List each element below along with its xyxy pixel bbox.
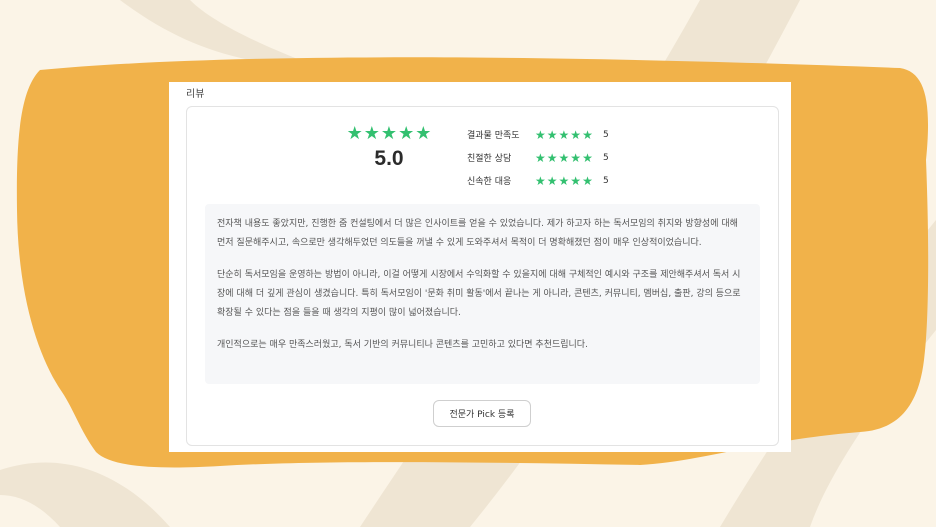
criteria-value: 5 <box>603 152 609 163</box>
criteria-row: 결과물 만족도 ★ ★ ★ ★ ★ 5 <box>467 123 609 146</box>
review-paragraph: 개인적으로는 매우 만족스러웠고, 독서 기반의 커뮤니티나 콘텐츠를 고민하고… <box>217 340 588 350</box>
star-icon: ★ <box>582 150 593 165</box>
criteria-stars: ★ ★ ★ ★ ★ <box>535 175 603 187</box>
criteria-label: 결과물 만족도 <box>467 131 520 141</box>
criteria-value: 5 <box>603 175 609 186</box>
star-icon: ★ <box>570 150 582 165</box>
star-icon: ★ <box>558 127 570 142</box>
star-icon: ★ <box>582 127 593 142</box>
criteria-row: 친절한 상담 ★ ★ ★ ★ ★ 5 <box>467 146 609 169</box>
review-paragraph: 단순히 독서모임을 운영하는 방법이 아니라, 이걸 어떻게 시장에서 수익화할… <box>217 270 741 318</box>
star-icon: ★ <box>415 123 432 144</box>
review-paragraph: 전자책 내용도 좋았지만, 진행한 줌 컨설팅에서 더 많은 인사이트를 얻을 … <box>217 219 738 248</box>
criteria-value: 5 <box>603 129 609 140</box>
expert-pick-button[interactable]: 전문가 Pick 등록 <box>433 400 531 427</box>
overall-stars: ★ ★ ★ ★ ★ <box>343 125 435 143</box>
section-title: 리뷰 <box>186 89 205 100</box>
star-icon: ★ <box>582 173 593 188</box>
criteria-row: 신속한 대응 ★ ★ ★ ★ ★ 5 <box>467 169 609 192</box>
rating-criteria: 결과물 만족도 ★ ★ ★ ★ ★ 5 친절한 상담 ★ ★ ★ ★ ★ 5 신… <box>467 123 609 192</box>
criteria-stars: ★ ★ ★ ★ ★ <box>535 129 603 141</box>
star-icon: ★ <box>380 123 398 144</box>
star-icon: ★ <box>558 173 570 188</box>
star-icon: ★ <box>546 150 558 165</box>
star-icon: ★ <box>346 123 363 144</box>
star-icon: ★ <box>570 127 582 142</box>
criteria-label: 친절한 상담 <box>467 154 512 164</box>
overall-score: 5.0 <box>374 147 404 170</box>
review-text: 전자책 내용도 좋았지만, 진행한 줌 컨설팅에서 더 많은 인사이트를 얻을 … <box>205 204 760 384</box>
star-icon: ★ <box>398 123 415 144</box>
review-screen: 리뷰 ★ ★ ★ ★ ★ 5.0 결과물 만족도 ★ ★ ★ ★ ★ 5 친절한… <box>169 82 791 452</box>
overall-rating: ★ ★ ★ ★ ★ 5.0 <box>343 125 435 171</box>
star-icon: ★ <box>535 173 546 188</box>
star-icon: ★ <box>570 173 582 188</box>
star-icon: ★ <box>535 150 546 165</box>
criteria-label: 신속한 대응 <box>467 177 512 187</box>
background-brush-stroke <box>0 462 170 527</box>
star-icon: ★ <box>546 127 558 142</box>
star-icon: ★ <box>363 123 380 144</box>
star-icon: ★ <box>535 127 546 142</box>
review-card: ★ ★ ★ ★ ★ 5.0 결과물 만족도 ★ ★ ★ ★ ★ 5 친절한 상담… <box>186 106 779 446</box>
criteria-stars: ★ ★ ★ ★ ★ <box>535 152 603 164</box>
star-icon: ★ <box>558 150 570 165</box>
star-icon: ★ <box>546 173 558 188</box>
background-brush-stroke <box>120 0 300 60</box>
